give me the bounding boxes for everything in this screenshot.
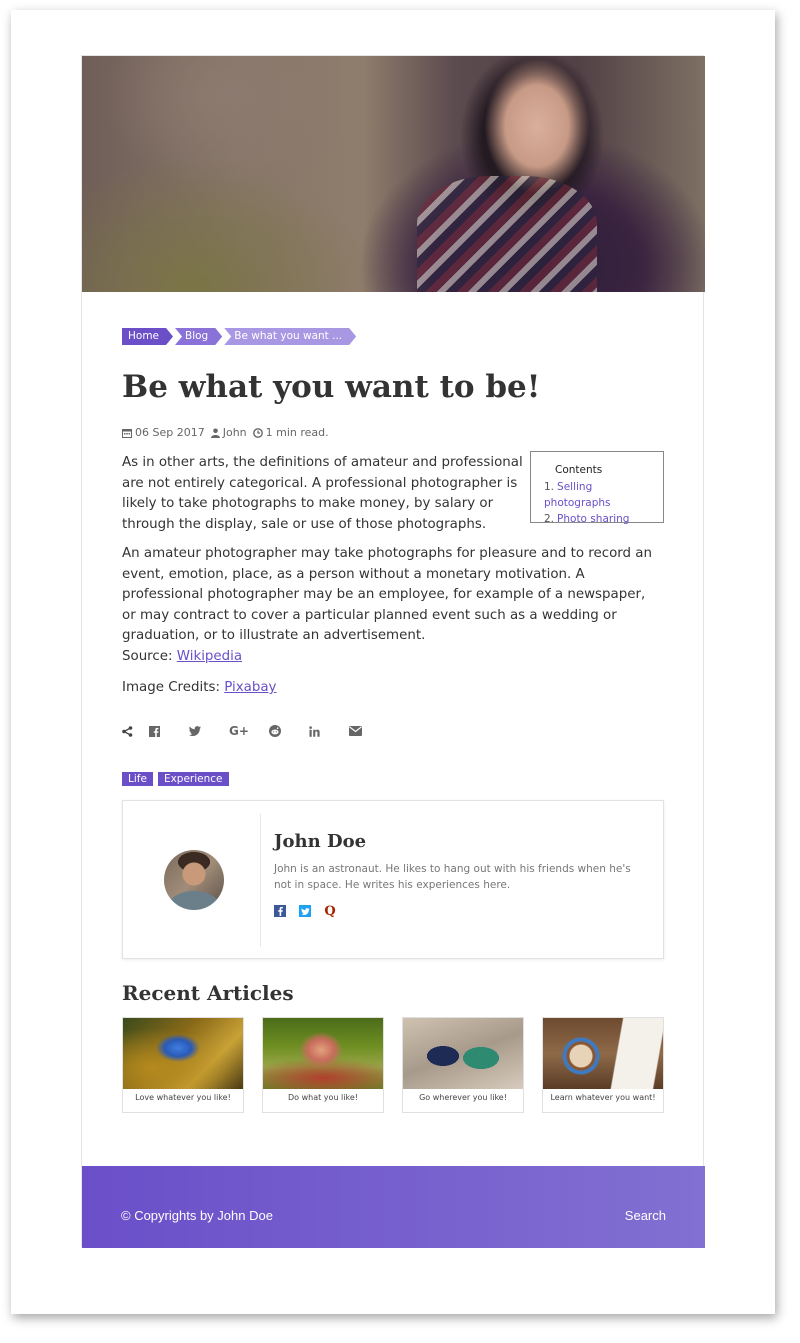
post-author[interactable]: John (223, 426, 247, 439)
breadcrumb-home[interactable]: Home (122, 328, 173, 345)
post-meta: 06 Sep 2017 John 1 min read. (122, 426, 329, 439)
paragraph-2-text: An amateur photographer may take photogr… (122, 546, 653, 644)
source-link[interactable]: Wikipedia (177, 649, 242, 664)
footer-search-link[interactable]: Search (625, 1208, 666, 1223)
author-box: John Doe John is an astronaut. He likes … (122, 800, 664, 959)
user-icon (210, 428, 220, 438)
article-caption: Learn whatever you want! (550, 1093, 656, 1102)
site-footer: © Copyrights by John Doe Search (82, 1166, 705, 1248)
post-date: 06 Sep 2017 (135, 426, 205, 439)
post-paragraph-1: As in other arts, the definitions of ama… (122, 455, 523, 532)
post-paragraph-2: An amateur photographer may take photogr… (122, 544, 662, 668)
recent-articles-list: Love whatever you like! Do what you like… (122, 1017, 664, 1113)
google-plus-icon[interactable]: G+ (229, 724, 269, 738)
facebook-icon[interactable] (274, 905, 286, 917)
author-name: John Doe (274, 831, 367, 852)
recent-articles-heading: Recent Articles (122, 981, 294, 1005)
article-card[interactable]: Go wherever you like! (402, 1017, 524, 1113)
article-thumbnail (263, 1018, 383, 1089)
blog-page: Home Blog Be what you want ... Be what y… (81, 55, 705, 1248)
author-divider (260, 814, 261, 947)
article-thumbnail (543, 1018, 663, 1089)
table-of-contents: Contents 1. Selling photographs 2. Photo s… (530, 451, 664, 525)
credits-link[interactable]: Pixabay (224, 680, 276, 695)
article-card[interactable]: Do what you like! (262, 1017, 384, 1113)
read-time: 1 min read. (265, 426, 329, 439)
author-social: Q (274, 904, 336, 919)
article-caption: Do what you like! (288, 1093, 358, 1102)
twitter-icon[interactable] (299, 905, 311, 917)
tag-experience[interactable]: Experience (157, 772, 229, 786)
twitter-icon[interactable] (189, 726, 229, 736)
author-bio: John is an astronaut. He likes to hang o… (274, 863, 631, 891)
credits-label: Image Credits: (122, 680, 220, 695)
article-caption: Go wherever you like! (419, 1093, 507, 1102)
article-thumbnail (403, 1018, 523, 1089)
linkedin-icon[interactable] (309, 725, 349, 737)
image-credits: Image Credits: Pixabay (122, 678, 662, 699)
toc-heading: Contents (555, 464, 603, 476)
article-thumbnail (123, 1018, 243, 1089)
toc-item-selling[interactable]: 1. Selling photographs (544, 479, 653, 511)
calendar-icon (122, 428, 132, 438)
share-icon (122, 725, 149, 737)
share-bar: G+ (122, 724, 389, 738)
article-card[interactable]: Learn whatever you want! (542, 1017, 664, 1113)
breadcrumb: Home Blog Be what you want ... (122, 328, 358, 345)
hero-image (82, 56, 705, 292)
tag-life[interactable]: Life (122, 772, 153, 786)
email-icon[interactable] (349, 726, 389, 736)
breadcrumb-current: Be what you want ... (224, 328, 356, 345)
article-card[interactable]: Love whatever you like! (122, 1017, 244, 1113)
quora-icon[interactable]: Q (324, 904, 336, 919)
breadcrumb-blog[interactable]: Blog (175, 328, 222, 345)
toc-item-sharing[interactable]: 2. Photo sharing (544, 511, 653, 527)
clock-icon (252, 427, 263, 438)
facebook-icon[interactable] (149, 725, 189, 737)
author-avatar (164, 850, 224, 910)
article-caption: Love whatever you like! (135, 1093, 231, 1102)
reddit-icon[interactable] (269, 725, 309, 737)
source-label: Source: (122, 648, 173, 664)
post-tags: Life Experience (122, 772, 229, 786)
post-title: Be what you want to be! (122, 369, 541, 405)
copyright-text: © Copyrights by John Doe (121, 1208, 273, 1223)
